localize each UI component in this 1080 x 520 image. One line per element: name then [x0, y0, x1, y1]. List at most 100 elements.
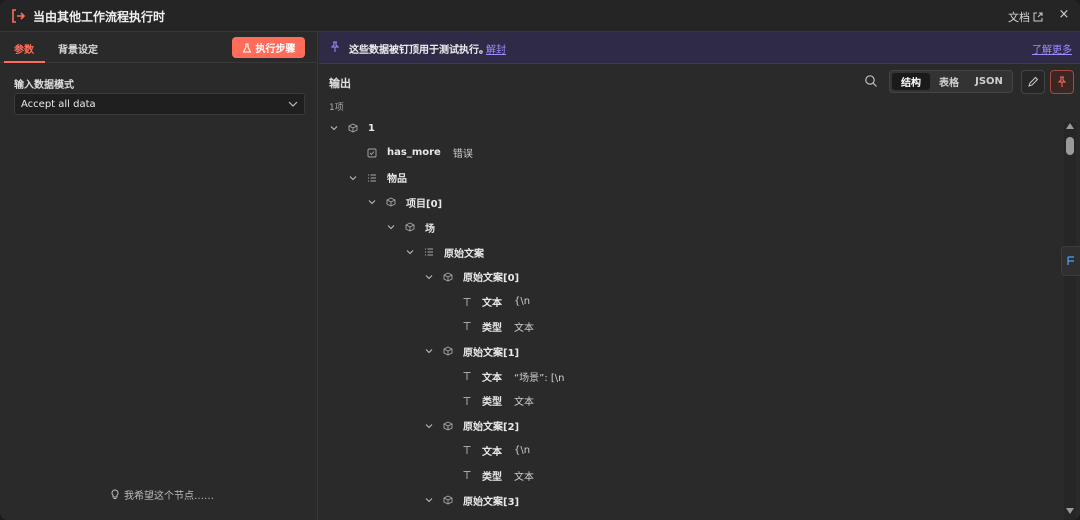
- pinned-data-message: 这些数据被钉顶用于测试执行。: [349, 45, 489, 56]
- unpin-link[interactable]: 解封: [486, 41, 506, 56]
- string-icon: [462, 445, 472, 455]
- chevron-down-icon[interactable]: [386, 222, 396, 232]
- tree-value: 文本: [514, 397, 534, 409]
- array-icon: [367, 173, 377, 183]
- view-mode-table[interactable]: 表格: [930, 73, 968, 90]
- object-icon: [443, 495, 453, 505]
- scrollbar-thumb[interactable]: [1066, 137, 1074, 155]
- object-icon: [405, 222, 415, 232]
- tree-value: {\n: [514, 296, 531, 308]
- window-header: 当由其他工作流程执行时 文档 ×: [0, 0, 1080, 32]
- docs-link[interactable]: 文档: [1008, 9, 1043, 25]
- tree-key: 原始文案[0]: [463, 273, 520, 285]
- string-icon: [462, 371, 472, 381]
- tree-value: 文本: [514, 322, 534, 334]
- tree-row[interactable]: 原始文案[3]: [424, 491, 531, 509]
- tree-row: 类型 文本: [443, 466, 534, 484]
- tree-key: 文本: [482, 298, 502, 310]
- chevron-down-icon[interactable]: [424, 346, 434, 356]
- tree-row[interactable]: 原始文案[2]: [424, 417, 531, 435]
- chevron-down-icon[interactable]: [424, 421, 434, 431]
- input-mode-label: 输入数据模式: [14, 80, 74, 91]
- tree-key: 场: [425, 223, 435, 235]
- scroll-up-arrow-icon[interactable]: [1066, 123, 1074, 129]
- docs-label: 文档: [1008, 11, 1030, 24]
- parameters-panel: 参数 背景设定 执行步骤 输入数据模式 Accept all data 我希望这…: [0, 32, 318, 520]
- tree-row[interactable]: 原始文案[0]: [424, 268, 531, 286]
- object-icon: [348, 123, 358, 133]
- scroll-down-arrow-icon[interactable]: [1066, 508, 1074, 514]
- tree-row: 类型 文本: [443, 392, 534, 410]
- chevron-down-icon[interactable]: [348, 173, 358, 183]
- string-icon: [462, 470, 472, 480]
- tab-parameters[interactable]: 参数: [14, 41, 34, 56]
- tree-row: 类型 文本: [443, 317, 534, 335]
- learn-more-link[interactable]: 了解更多: [1032, 41, 1072, 56]
- object-icon: [443, 272, 453, 282]
- pin-icon: [1057, 76, 1067, 87]
- node-hint-label: 我希望这个节点……: [124, 491, 214, 502]
- tree-value: {\n: [514, 444, 531, 456]
- execute-step-button[interactable]: 执行步骤: [232, 37, 305, 58]
- object-icon: [443, 346, 453, 356]
- tree-row[interactable]: 项目[0]: [367, 193, 454, 211]
- tree-value: “场景”: [\n: [514, 372, 565, 384]
- input-mode-select[interactable]: Accept all data: [14, 93, 305, 115]
- tree-key: 文本: [482, 446, 502, 458]
- active-tab-indicator: [4, 61, 45, 63]
- chevron-down-icon[interactable]: [424, 272, 434, 282]
- view-mode-json[interactable]: JSON: [968, 73, 1010, 90]
- tree-row[interactable]: 原始文案: [405, 243, 496, 261]
- external-link-icon: [1033, 12, 1043, 22]
- string-icon: [462, 297, 472, 307]
- chevron-down-icon[interactable]: [329, 123, 339, 133]
- tree-value: 错误: [452, 149, 473, 161]
- window-title: 当由其他工作流程执行时: [33, 10, 166, 24]
- edit-output-button[interactable]: [1021, 70, 1045, 94]
- scrollbar-track[interactable]: [1064, 122, 1076, 520]
- chevron-down-icon[interactable]: [367, 197, 377, 207]
- tab-settings[interactable]: 背景设定: [58, 41, 98, 56]
- tree-row[interactable]: 1: [329, 119, 387, 137]
- schema-tree: 1 has_more 错误 物品 项目[0] 场原始文案 原始文案[0] 文本 {\n 类型 文本原…: [319, 116, 1059, 520]
- execute-step-label: 执行步骤: [255, 44, 296, 55]
- tree-key: 原始文案[3]: [463, 496, 520, 508]
- array-icon: [424, 247, 434, 257]
- item-count: 1项: [329, 103, 344, 113]
- chevron-down-icon[interactable]: [405, 247, 415, 257]
- tree-row[interactable]: 原始文案[1]: [424, 342, 531, 360]
- tree-row[interactable]: 物品: [348, 169, 419, 187]
- tree-key: 项目[0]: [406, 198, 443, 210]
- pin-data-button[interactable]: [1050, 70, 1074, 94]
- tree-key: 原始文案[1]: [463, 347, 520, 359]
- chevron-down-icon[interactable]: [424, 495, 434, 505]
- string-icon: [462, 396, 472, 406]
- input-mode-value: Accept all data: [21, 98, 96, 110]
- object-icon: [386, 197, 396, 207]
- view-mode-schema[interactable]: 结构: [892, 73, 930, 90]
- tree-key: 原始文案: [444, 248, 484, 260]
- exit-icon: [12, 9, 26, 23]
- node-hint-link[interactable]: 我希望这个节点……: [110, 487, 214, 502]
- string-icon: [462, 321, 472, 331]
- tree-key: 1: [368, 122, 375, 134]
- boolean-icon: [367, 148, 377, 158]
- workflow-trigger-window: 当由其他工作流程执行时 文档 × 参数 背景设定 执行步骤 输入数据模式 Acc…: [0, 0, 1080, 520]
- output-title: 输出: [329, 77, 351, 90]
- tree-key: 类型: [482, 322, 502, 334]
- close-icon[interactable]: ×: [1057, 8, 1071, 22]
- search-icon[interactable]: [864, 74, 878, 88]
- tree-row: 文本 {\n: [443, 293, 530, 311]
- tree-row[interactable]: 场: [386, 218, 447, 236]
- flask-icon: [242, 43, 251, 52]
- tree-key: 原始文案[2]: [463, 422, 520, 434]
- pencil-icon: [1028, 76, 1039, 87]
- tree-row: 文本 {\n: [443, 441, 530, 459]
- side-drawer-handle[interactable]: [1061, 246, 1080, 276]
- tree-key: 类型: [482, 397, 502, 409]
